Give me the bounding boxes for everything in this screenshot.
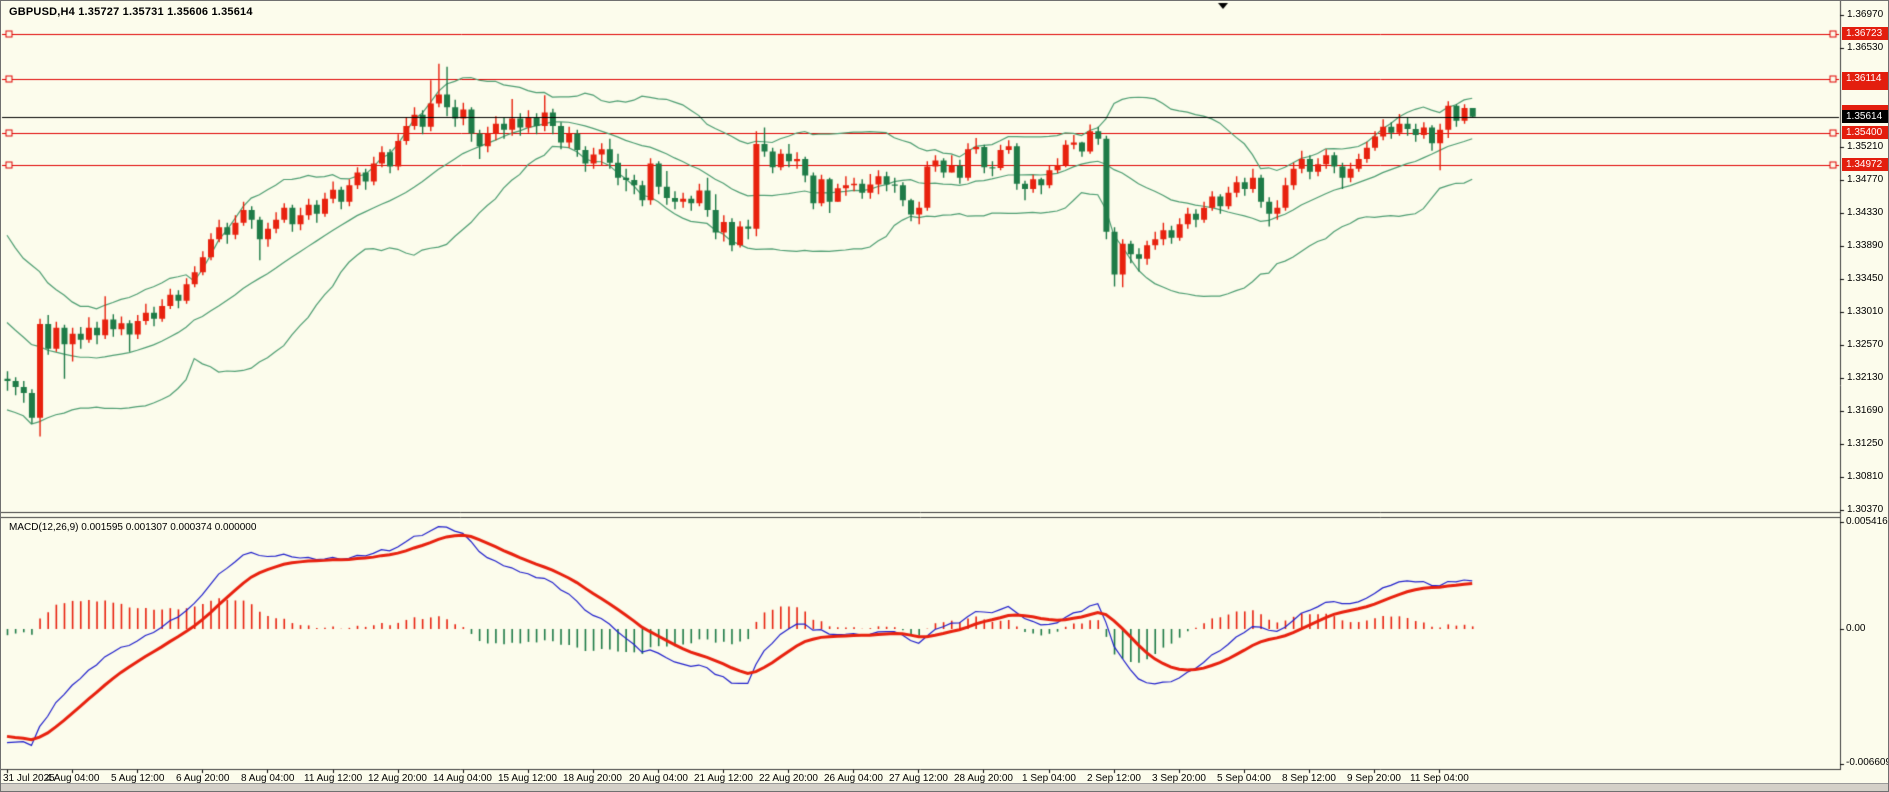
current-price-badge: 1.35614 xyxy=(1842,110,1889,123)
price-chart-canvas[interactable] xyxy=(1,1,1889,792)
price-axis-label: 1.36530 xyxy=(1847,42,1883,53)
price-axis-label: 1.31250 xyxy=(1847,438,1883,449)
macd-axis-label: 0.00 xyxy=(1846,623,1865,634)
price-level-badge[interactable]: 1.35400 xyxy=(1842,126,1889,139)
symbol-title-ohlc: GBPUSD,H4 1.35727 1.35731 1.35606 1.3561… xyxy=(9,6,253,18)
price-axis-label: 1.34770 xyxy=(1847,174,1883,185)
price-level-badge[interactable]: 1.34972 xyxy=(1842,158,1889,171)
price-axis-label: 1.34330 xyxy=(1847,207,1883,218)
price-axis-label: 1.33010 xyxy=(1847,306,1883,317)
window-bottom-edge xyxy=(1,783,1888,791)
price-axis-label: 1.33450 xyxy=(1847,273,1883,284)
price-axis-label: 1.32570 xyxy=(1847,339,1883,350)
price-axis-label: 1.35210 xyxy=(1847,141,1883,152)
macd-indicator-label: MACD(12,26,9) 0.001595 0.001307 0.000374… xyxy=(9,522,256,533)
price-axis-label: 1.31690 xyxy=(1847,405,1883,416)
price-axis-label: 1.30370 xyxy=(1847,504,1883,515)
macd-axis-label: 0.005416 xyxy=(1846,516,1888,527)
price-level-badge[interactable]: 1.36114 xyxy=(1842,72,1889,85)
price-level-badge[interactable]: 1.36723 xyxy=(1842,27,1889,40)
macd-axis-label: -0.006609 xyxy=(1846,757,1889,768)
price-axis-label: 1.32130 xyxy=(1847,372,1883,383)
chart-window: GBPUSD,H4 1.35727 1.35731 1.35606 1.3561… xyxy=(0,0,1889,792)
price-axis-label: 1.33890 xyxy=(1847,240,1883,251)
price-axis-label: 1.36970 xyxy=(1847,9,1883,20)
price-axis-label: 1.30810 xyxy=(1847,471,1883,482)
